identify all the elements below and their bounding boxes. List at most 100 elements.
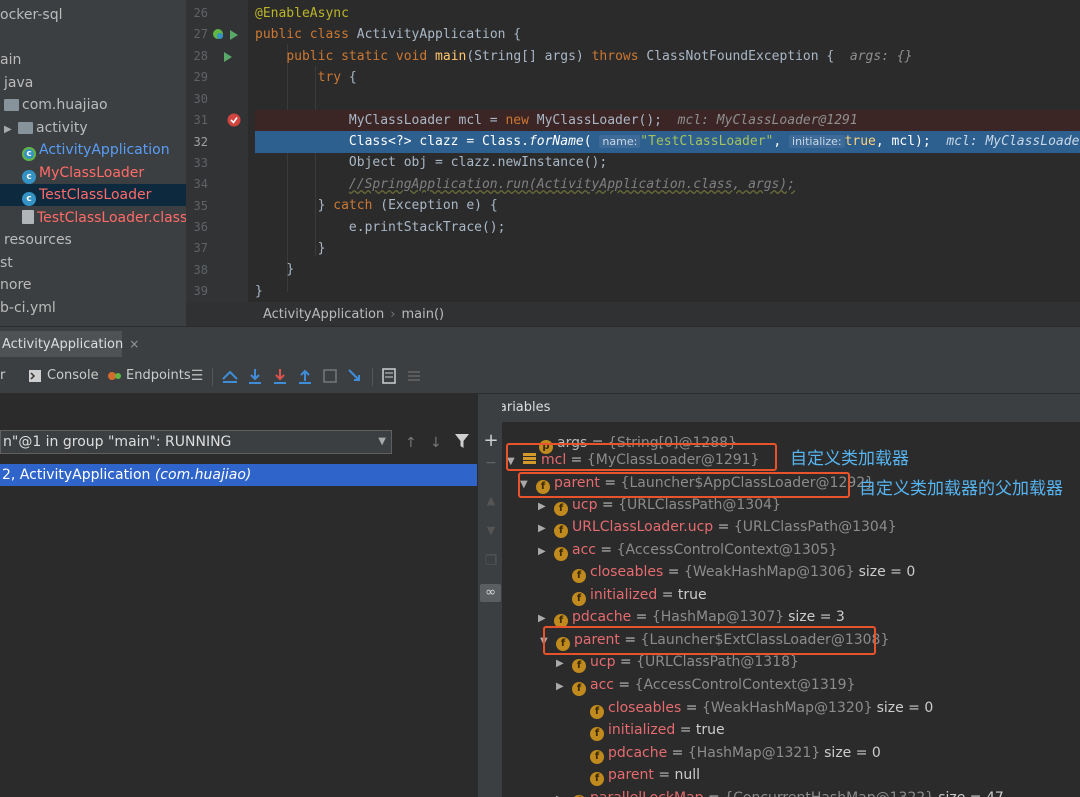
class-icon: c bbox=[22, 192, 36, 206]
run-to-cursor-icon[interactable] bbox=[346, 367, 364, 385]
tree-item-test[interactable]: st bbox=[0, 252, 13, 274]
remove-watch-icon[interactable]: − bbox=[482, 454, 500, 472]
variable-row[interactable]: f initialized = true bbox=[574, 719, 725, 741]
frame-package: (com.huajiao) bbox=[154, 467, 252, 483]
breadcrumb-class[interactable]: ActivityApplication bbox=[263, 307, 384, 322]
tab-endpoints[interactable]: Endpoints bbox=[126, 368, 191, 383]
step-over-icon[interactable] bbox=[246, 367, 264, 385]
tab-console[interactable]: Console bbox=[47, 368, 99, 383]
tree-item-resources[interactable]: resources bbox=[4, 229, 72, 251]
variable-row[interactable]: ▶fparallelLockMap = {ConcurrentHashMap@1… bbox=[556, 787, 1004, 797]
variable-value: {WeakHashMap@1306} bbox=[683, 564, 855, 580]
drop-frame-icon[interactable] bbox=[321, 367, 339, 385]
stack-frame-row[interactable]: 2, ActivityApplication (com.huajiao) bbox=[0, 464, 477, 486]
tree-item-main[interactable]: ain bbox=[0, 49, 21, 71]
expand-arrow-icon[interactable]: ▶ bbox=[556, 653, 572, 675]
editor-gutter[interactable]: 26 27 28 29 30 31 32 33 34 35 36 37 38 3… bbox=[186, 0, 248, 302]
debug-session-tab[interactable]: ActivityApplication × bbox=[0, 331, 139, 357]
trace-current-stream-icon[interactable] bbox=[405, 367, 423, 385]
breakpoint-icon[interactable] bbox=[226, 112, 242, 128]
line-number-current: 32 bbox=[193, 135, 208, 149]
line-number: 34 bbox=[193, 177, 208, 191]
arrow-up-icon[interactable]: ↑ bbox=[405, 435, 417, 451]
variable-row[interactable]: f parent = null bbox=[574, 764, 700, 786]
thread-selector[interactable]: n"@1 in group "main": RUNNING ▼ bbox=[0, 430, 392, 454]
tree-item-activity-application[interactable]: c ActivityApplication bbox=[22, 139, 170, 161]
evaluate-expression-icon[interactable] bbox=[380, 367, 398, 385]
step-out-icon[interactable] bbox=[296, 367, 314, 385]
variable-equals: = bbox=[713, 519, 734, 535]
variable-row[interactable]: f closeables = {WeakHashMap@1306} size = 0 bbox=[556, 561, 915, 583]
filter-icon[interactable] bbox=[455, 434, 469, 448]
tree-item-com-huajiao[interactable]: com.huajiao bbox=[4, 94, 108, 116]
expand-arrow-icon[interactable]: ▶ bbox=[538, 541, 554, 563]
debug-tab-bar: ActivityApplication × bbox=[0, 326, 1080, 360]
package-folder-icon bbox=[4, 99, 19, 111]
variable-row[interactable]: ▶ f URLClassLoader.ucp = {URLClassPath@130… bbox=[538, 516, 897, 538]
highlight-box-mcl bbox=[506, 443, 777, 471]
show-watches-icon[interactable]: ∞ bbox=[480, 584, 501, 602]
breadcrumb-method[interactable]: main() bbox=[401, 307, 444, 322]
frames-panel: n"@1 in group "main": RUNNING ▼ ↑ ↓ 2, A… bbox=[0, 394, 477, 797]
copy-icon[interactable]: ❐ bbox=[482, 552, 500, 570]
move-up-icon[interactable]: ▲ bbox=[482, 492, 500, 510]
expand-arrow-icon[interactable]: ▶ bbox=[556, 676, 572, 698]
expand-arrow-icon[interactable]: ▶ bbox=[556, 789, 572, 797]
variable-row[interactable]: f initialized = true bbox=[556, 584, 707, 606]
variable-row[interactable]: ▶ f acc = {AccessControlContext@1319} bbox=[556, 674, 855, 696]
variable-value: true bbox=[677, 587, 707, 603]
tree-item-label: resources bbox=[4, 232, 72, 248]
variable-row[interactable]: ▶ f pdcache = {HashMap@1307} size = 3 bbox=[538, 606, 845, 628]
variables-title[interactable]: Variables bbox=[502, 400, 550, 415]
variable-row[interactable]: ▶ f acc = {AccessControlContext@1305} bbox=[538, 539, 837, 561]
code-line-35: } catch (Exception e) { bbox=[317, 198, 498, 213]
tree-item-test-class-loader-class[interactable]: TestClassLoader.class bbox=[22, 207, 186, 229]
tree-item-label: nore bbox=[0, 277, 32, 293]
variable-row[interactable]: f closeables = {WeakHashMap@1320} size = 0 bbox=[574, 697, 933, 719]
variable-row[interactable]: f pdcache = {HashMap@1321} size = 0 bbox=[574, 742, 881, 764]
show-execution-point-icon[interactable] bbox=[221, 367, 239, 385]
tree-item-java[interactable]: java bbox=[4, 72, 33, 94]
variable-equals: = bbox=[681, 700, 702, 716]
line-number: 38 bbox=[193, 263, 208, 277]
tree-item-gitlab-ci[interactable]: b-ci.yml bbox=[0, 297, 56, 319]
variable-name: pdcache bbox=[608, 745, 668, 761]
endpoints-icon bbox=[108, 372, 121, 380]
close-icon[interactable]: × bbox=[129, 337, 139, 351]
expand-arrow-icon[interactable]: ▶ bbox=[4, 119, 18, 141]
tree-item-gitignore[interactable]: nore bbox=[0, 274, 32, 296]
console-icon bbox=[29, 370, 41, 382]
variable-name: URLClassLoader.ucp bbox=[572, 519, 714, 535]
variable-size: size = 3 bbox=[788, 609, 845, 625]
arrow-down-icon[interactable]: ↓ bbox=[430, 435, 442, 451]
code-line-37: } bbox=[317, 241, 326, 256]
expand-arrow-icon[interactable]: ▶ bbox=[538, 518, 554, 540]
chevron-down-icon: ▼ bbox=[378, 436, 386, 447]
tree-item-project[interactable]: ocker-sql bbox=[0, 4, 62, 26]
line-number: 29 bbox=[193, 70, 208, 84]
tree-item-activity[interactable]: ▶ activity bbox=[4, 117, 88, 139]
code-line-34: //SpringApplication.run(ActivityApplicat… bbox=[348, 177, 796, 192]
layout-menu-icon[interactable]: ☰ bbox=[188, 367, 206, 385]
tab-frames[interactable]: r bbox=[0, 368, 5, 383]
run-gutter-icon[interactable] bbox=[222, 50, 234, 64]
add-watch-icon[interactable]: + bbox=[482, 432, 500, 450]
variable-size: size = 0 bbox=[858, 564, 916, 580]
tree-item-test-class-loader[interactable]: c TestClassLoader bbox=[0, 184, 186, 206]
code-line-27: public class ActivityApplication { bbox=[255, 27, 522, 42]
move-down-icon[interactable]: ▼ bbox=[482, 522, 500, 540]
highlight-box-ext-classloader bbox=[543, 626, 876, 655]
project-tree: ocker-sql ain java com.huajiao ▶ activity… bbox=[0, 0, 186, 326]
variable-value: {HashMap@1321} bbox=[687, 745, 821, 761]
tree-item-my-class-loader[interactable]: c MyClassLoader bbox=[22, 162, 144, 184]
code-line-26: @EnableAsync bbox=[255, 6, 349, 21]
main-class-icon: c bbox=[22, 147, 36, 161]
field-icon: f bbox=[590, 727, 604, 741]
variable-name: ucp bbox=[590, 654, 616, 670]
code-editor[interactable]: @EnableAsync public class ActivityApplic… bbox=[255, 0, 1080, 302]
step-into-icon[interactable] bbox=[271, 367, 289, 385]
package-folder-icon bbox=[18, 122, 33, 134]
expand-arrow-icon[interactable]: ▶ bbox=[538, 496, 554, 518]
run-debug-gutter-icon[interactable] bbox=[212, 27, 242, 43]
field-icon: f bbox=[590, 705, 604, 719]
